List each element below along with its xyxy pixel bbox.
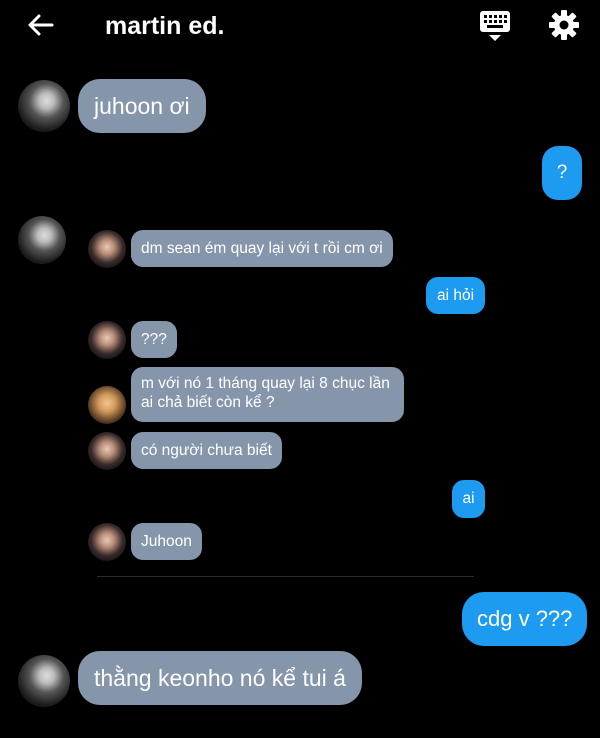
- quoted-message[interactable]: dm sean ém quay lại với t rồi cm ơi: [131, 230, 393, 267]
- quoted-message[interactable]: có người chưa biết: [131, 432, 282, 469]
- incoming-message[interactable]: juhoon ơi: [78, 79, 206, 133]
- quoted-message[interactable]: Juhoon: [131, 523, 202, 560]
- quoted-message[interactable]: ???: [131, 321, 177, 358]
- sender-avatar[interactable]: [18, 655, 70, 707]
- sender-avatar[interactable]: [18, 216, 66, 264]
- outgoing-message[interactable]: ?: [542, 146, 582, 200]
- quoted-reply[interactable]: ai hỏi: [426, 277, 485, 314]
- message-line: ai chả biết còn kể ?: [141, 394, 275, 411]
- sender-avatar[interactable]: [18, 80, 70, 132]
- quoted-user-avatar: [88, 230, 126, 268]
- settings-gear-icon[interactable]: [548, 9, 580, 41]
- incoming-message[interactable]: thằng keonho nó kể tui á: [78, 651, 362, 705]
- quoted-user-avatar: [88, 432, 126, 470]
- quoted-message[interactable]: m với nó 1 tháng quay lại 8 chục lần ai …: [131, 367, 404, 422]
- quote-divider: [97, 576, 474, 577]
- conversation-title: martin ed.: [105, 12, 225, 40]
- keyboard-icon[interactable]: [478, 9, 512, 43]
- quoted-user-avatar: [88, 321, 126, 359]
- quoted-user-avatar: [88, 523, 126, 561]
- outgoing-message[interactable]: cdg v ???: [462, 592, 588, 646]
- quoted-user-avatar: [88, 386, 126, 424]
- back-arrow-icon[interactable]: [26, 10, 56, 40]
- quoted-reply[interactable]: ai: [452, 480, 485, 518]
- message-line: m với nó 1 tháng quay lại 8 chục lần: [141, 375, 390, 392]
